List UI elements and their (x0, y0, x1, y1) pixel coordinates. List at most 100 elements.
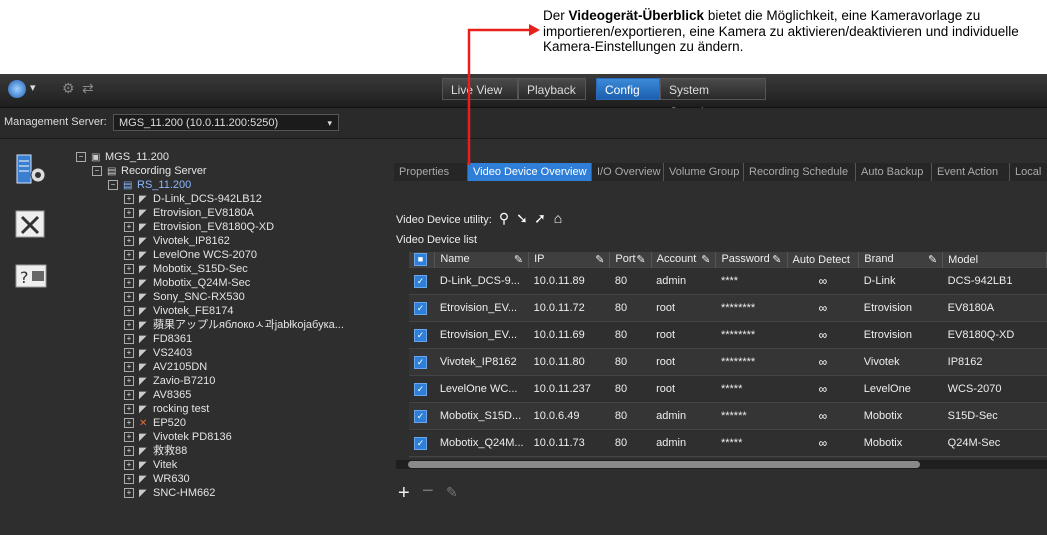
cell-model[interactable]: Q24M-Sec (942, 429, 1047, 457)
add-button[interactable]: + (398, 482, 410, 505)
expand-icon[interactable]: + (124, 376, 134, 387)
globe-icon[interactable] (8, 80, 26, 98)
cell-account[interactable]: admin (651, 429, 716, 457)
import-icon[interactable]: ➘ (514, 210, 530, 226)
cell-account[interactable]: admin (651, 267, 716, 295)
export-icon[interactable]: ➚ (532, 210, 548, 226)
cell-port[interactable]: 80 (609, 348, 652, 376)
tree-camera-item[interactable]: + ◤ Mobotix_Q24M-Sec (124, 277, 250, 289)
tree-camera-item[interactable]: + ◤ D-Link_DCS-942LB12 (124, 193, 262, 205)
cell-ip[interactable]: 10.0.128.118 (528, 456, 610, 458)
row-checkbox[interactable]: ✓ (414, 436, 427, 450)
tree-camera-item[interactable]: + ◤ LevelOne WCS-2070 (124, 249, 257, 261)
cell-port[interactable]: 80 (609, 321, 652, 349)
table-row[interactable]: ✓ Mobotix_Q24M... 10.0.11.73 80 admin ***** ∞ M… (409, 429, 1047, 457)
chevron-down-icon[interactable]: ▾ (30, 81, 36, 94)
tab-properties[interactable]: Properties (394, 163, 468, 181)
cell-model[interactable]: EV8180A (942, 294, 1047, 322)
tab-local[interactable]: Local (1010, 163, 1047, 181)
tree-camera-item[interactable]: + ◤ Vivotek_IP8162 (124, 235, 230, 247)
cell-brand[interactable]: LevelOne (858, 375, 943, 403)
cell-auto-detect[interactable]: ∞ (787, 402, 859, 430)
tree-camera-item[interactable]: + ◤ AV8365 (124, 389, 191, 401)
tree-camera-item[interactable]: + ◤ Mobotix_S15D-Sec (124, 263, 248, 275)
tree-recording-server[interactable]: − ▤ Recording Server (92, 165, 207, 177)
settings-gear-icon[interactable]: ⚙ (62, 80, 75, 97)
cell-model[interactable]: EV8180Q-XD (942, 321, 1047, 349)
cell-brand[interactable]: Sony (858, 456, 943, 458)
search-icon[interactable]: ⚲ (496, 210, 512, 226)
table-row[interactable]: ✓ Mobotix_S15D... 10.0.6.49 80 admin ****** ∞ M… (409, 402, 1047, 430)
cell-port[interactable]: 80 (609, 402, 652, 430)
cell-brand[interactable]: Etrovision (858, 294, 943, 322)
remove-button[interactable]: − (422, 480, 434, 503)
cell-port[interactable]: 80 (609, 456, 652, 458)
home-settings-icon[interactable]: ⌂ (550, 210, 566, 226)
expand-icon[interactable]: + (124, 278, 134, 289)
expand-icon[interactable]: + (124, 390, 134, 401)
management-server-select[interactable]: MGS_11.200 (10.0.11.200:5250) ▾ (113, 114, 339, 131)
network-icon[interactable]: ⇄ (82, 80, 94, 97)
cell-brand[interactable]: Mobotix (858, 429, 943, 457)
row-checkbox[interactable]: ✓ (414, 382, 427, 396)
expand-icon[interactable]: + (124, 348, 134, 359)
cell-name[interactable]: D-Link_DCS-9... (434, 267, 529, 295)
cell-auto-detect[interactable]: ∞ (787, 429, 859, 457)
cell-name[interactable]: Etrovision_EV... (434, 321, 529, 349)
binoculars-icon[interactable]: ∞ (819, 301, 828, 315)
cell-password[interactable]: ******** (715, 294, 787, 322)
expand-icon[interactable]: + (124, 320, 134, 331)
cell-auto-detect[interactable]: ∞ (787, 375, 859, 403)
table-row[interactable]: ✓ D-Link_DCS-9... 10.0.11.89 80 admin **** ∞ D-… (409, 267, 1047, 295)
row-checkbox-cell[interactable]: ✓ (409, 294, 435, 322)
tab-event-action[interactable]: Event Action (932, 163, 1010, 181)
binoculars-icon[interactable]: ∞ (819, 274, 828, 288)
cell-name[interactable]: Mobotix_S15D... (434, 402, 529, 430)
col-account[interactable]: Account ✎ (651, 252, 717, 268)
cell-port[interactable]: 80 (609, 429, 652, 457)
tree-rs[interactable]: − ▤ RS_11.200 (108, 179, 191, 191)
cell-port[interactable]: 80 (609, 267, 652, 295)
cell-name[interactable]: Vivotek_IP8162 (434, 348, 529, 376)
expand-icon[interactable]: + (124, 236, 134, 247)
cell-auto-detect[interactable]: ∞ (787, 294, 859, 322)
cell-ip[interactable]: 10.0.11.237 (528, 375, 610, 403)
collapse-icon[interactable]: − (108, 180, 118, 191)
row-checkbox[interactable]: ✓ (414, 409, 427, 423)
cell-ip[interactable]: 10.0.11.80 (528, 348, 610, 376)
cell-ip[interactable]: 10.0.6.49 (528, 402, 610, 430)
cell-port[interactable]: 80 (609, 294, 652, 322)
cell-auto-detect[interactable]: ∞ (787, 456, 859, 458)
tree-camera-item[interactable]: + ◤ Vivotek_FE8174 (124, 305, 234, 317)
tab-recording-schedule[interactable]: Recording Schedule (744, 163, 856, 181)
edit-pencil-icon[interactable]: ✎ (446, 484, 458, 501)
tree-camera-item[interactable]: + ✕ EP520 (124, 417, 186, 429)
expand-icon[interactable]: + (124, 250, 134, 261)
col-password[interactable]: Password ✎ (715, 252, 788, 268)
expand-icon[interactable]: + (124, 208, 134, 219)
tab-video-device-overview[interactable]: Video Device Overview (468, 163, 592, 181)
select-all-checkbox[interactable]: ■ (414, 253, 427, 266)
tree-camera-item[interactable]: + ◤ 蘋果アップルяблокоㅅ과jabłkojaбука... (124, 319, 344, 331)
row-checkbox[interactable]: ✓ (414, 274, 427, 288)
cell-brand[interactable]: Mobotix (858, 402, 943, 430)
cell-password[interactable]: ***** (715, 429, 787, 457)
col-model[interactable]: Model (942, 252, 1047, 268)
tree-camera-item[interactable]: + ◤ 救救88 (124, 445, 187, 457)
col-ip[interactable]: IP ✎ (528, 252, 611, 268)
cell-account[interactable]: root (651, 321, 716, 349)
row-checkbox-cell[interactable]: ✓ (409, 429, 435, 457)
expand-icon[interactable]: + (124, 362, 134, 373)
cell-model[interactable]: S15D-Sec (942, 402, 1047, 430)
row-checkbox-cell[interactable]: ✓ (409, 348, 435, 376)
tree-root[interactable]: − ▣ MGS_11.200 (76, 151, 169, 163)
row-checkbox-cell[interactable]: ✓ (409, 375, 435, 403)
row-checkbox-cell[interactable]: ✓ (409, 267, 435, 295)
expand-icon[interactable]: + (124, 474, 134, 485)
tree-camera-item[interactable]: + ◤ WR630 (124, 473, 190, 485)
table-row[interactable]: ✓Sony_SNC-RX...10.0.128.11880admin******… (409, 456, 1047, 458)
cell-ip[interactable]: 10.0.11.69 (528, 321, 610, 349)
tab-auto-backup[interactable]: Auto Backup (856, 163, 932, 181)
expand-icon[interactable]: + (124, 488, 134, 499)
binoculars-icon[interactable]: ∞ (819, 382, 828, 396)
